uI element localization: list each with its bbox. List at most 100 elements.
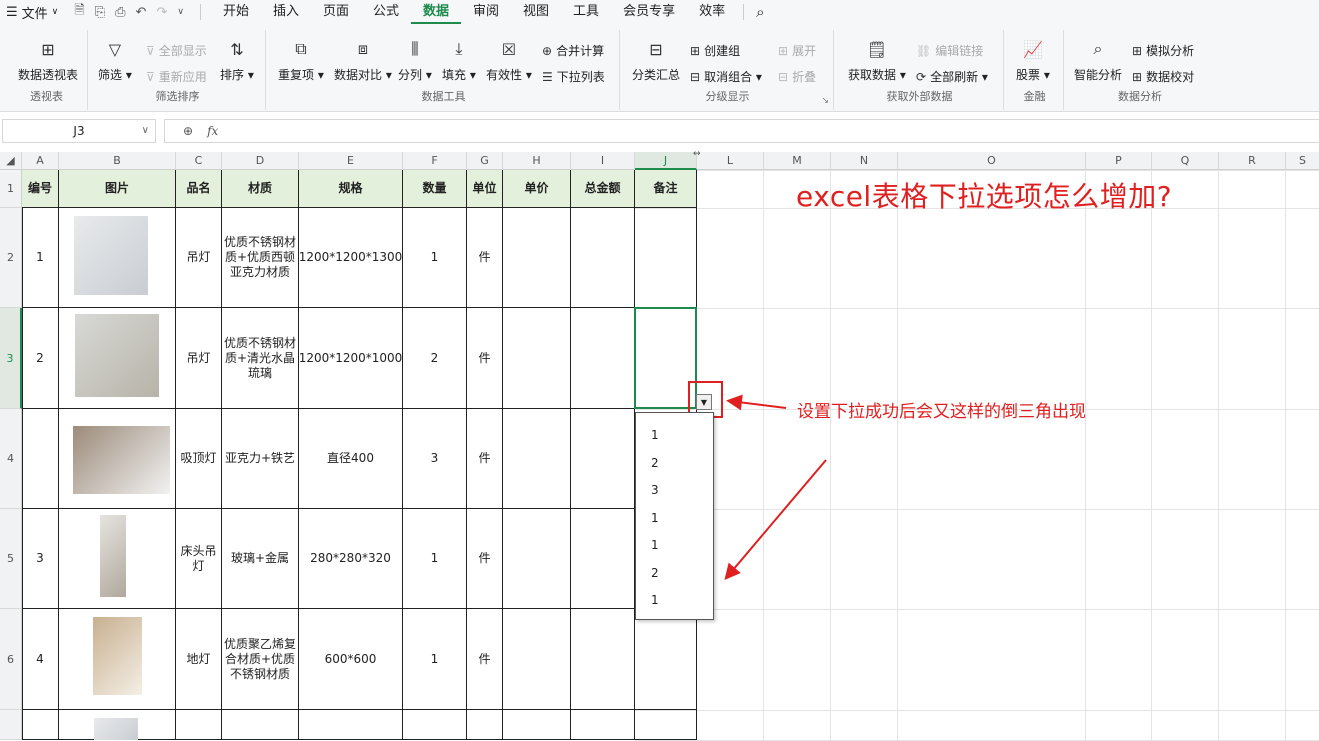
show-all-button[interactable]: ⊽ 全部显示 — [146, 42, 207, 59]
table-cell-material[interactable]: 优质不锈钢材质+优质西顿亚克力材质 — [222, 208, 299, 308]
dropdown-option[interactable]: 1 — [651, 511, 659, 525]
chevron-down-icon[interactable]: ∨ — [142, 125, 149, 136]
sort-button[interactable]: ⇅ 排序 ▾ — [220, 38, 254, 83]
redo-icon[interactable]: ↷ — [156, 5, 167, 20]
table-cell-no[interactable]: 2 — [22, 308, 59, 409]
table-cell-material[interactable]: 亚克力+铁艺 — [222, 409, 299, 509]
tab-9[interactable]: 效率 — [687, 0, 737, 24]
expand-button[interactable]: ⊞ 展开 — [778, 42, 816, 59]
column-header-J[interactable]: J — [635, 152, 697, 170]
duplicates-button[interactable]: ⧉ 重复项 ▾ — [278, 38, 324, 83]
column-header-M[interactable]: M — [764, 152, 831, 170]
reapply-button[interactable]: ⊽ 重新应用 — [146, 68, 207, 85]
fill-button[interactable]: ⤓ 填充 ▾ — [442, 38, 476, 83]
column-header-Q[interactable]: Q — [1152, 152, 1219, 170]
column-header-B[interactable]: B — [59, 152, 176, 170]
consolidate-button[interactable]: ⊕ 合并计算 — [542, 42, 604, 59]
table-cell-no[interactable]: 4 — [22, 609, 59, 710]
function-icon[interactable]: fx — [207, 124, 218, 138]
table-cell[interactable] — [503, 208, 571, 308]
table-cell-no[interactable]: 1 — [22, 208, 59, 308]
table-header-cell[interactable]: 总金额 — [571, 170, 635, 208]
tab-3[interactable]: 公式 — [361, 0, 411, 24]
row-header[interactable] — [0, 710, 22, 740]
table-cell[interactable] — [571, 710, 635, 740]
refresh-all-button[interactable]: ⟳ 全部刷新 ▾ — [916, 68, 988, 85]
table-cell[interactable] — [503, 609, 571, 710]
create-group-button[interactable]: ⊞ 创建组 — [690, 42, 740, 59]
filter-button[interactable]: ▽ 筛选 ▾ — [98, 38, 132, 83]
row-header-2[interactable]: 2 — [0, 208, 22, 308]
table-header-cell[interactable]: 数量 — [403, 170, 467, 208]
column-header-I[interactable]: I — [571, 152, 635, 170]
table-cell-qty[interactable]: 1 — [403, 609, 467, 710]
table-cell-name[interactable]: 床头吊灯 — [176, 509, 222, 609]
product-image[interactable] — [100, 515, 126, 597]
table-cell-qty[interactable]: 2 — [403, 308, 467, 409]
data-check-button[interactable]: ⊞ 数据校对 — [1132, 68, 1194, 85]
table-cell-unit[interactable]: 件 — [467, 208, 503, 308]
dropdown-option[interactable]: 3 — [651, 483, 659, 497]
column-header-P[interactable]: P — [1086, 152, 1152, 170]
table-cell-spec[interactable]: 280*280*320 — [299, 509, 403, 609]
get-data-button[interactable]: 🗒 获取数据 ▾ — [848, 38, 906, 83]
table-header-cell[interactable]: 品名 — [176, 170, 222, 208]
row-header-4[interactable]: 4 — [0, 409, 22, 509]
table-cell[interactable] — [635, 710, 697, 740]
dropdown-option[interactable]: 2 — [651, 566, 659, 580]
table-cell-unit[interactable]: 件 — [467, 609, 503, 710]
table-header-cell[interactable]: 单价 — [503, 170, 571, 208]
tab-1[interactable]: 插入 — [261, 0, 311, 24]
table-cell[interactable] — [22, 710, 59, 740]
table-cell[interactable] — [403, 710, 467, 740]
dropdown-option[interactable]: 2 — [651, 456, 659, 470]
table-cell[interactable] — [503, 409, 571, 509]
table-cell-no[interactable]: 3 — [22, 509, 59, 609]
column-header-N[interactable]: N — [831, 152, 898, 170]
table-cell[interactable] — [571, 308, 635, 409]
table-header-cell[interactable]: 单位 — [467, 170, 503, 208]
dropdown-list-button[interactable]: ☰ 下拉列表 — [542, 68, 605, 85]
collapse-button[interactable]: ⊟ 折叠 — [778, 68, 816, 85]
table-cell[interactable] — [222, 710, 299, 740]
dropdown-options-list[interactable]: 1 2 3 1 1 2 1 — [635, 412, 714, 620]
column-header-S[interactable]: S — [1286, 152, 1319, 170]
row-header-3[interactable]: 3 — [0, 308, 22, 409]
column-header-G[interactable]: G — [467, 152, 503, 170]
table-cell-spec[interactable]: 1200*1200*1300 — [299, 208, 403, 308]
tab-6[interactable]: 视图 — [511, 0, 561, 24]
table-cell[interactable] — [503, 308, 571, 409]
table-cell-spec[interactable]: 1200*1200*1000 — [299, 308, 403, 409]
table-cell[interactable] — [635, 609, 697, 710]
dropdown-arrow-button[interactable]: ▼ — [696, 394, 712, 410]
formula-input[interactable]: ⊕ fx — [164, 119, 1319, 143]
export-icon[interactable]: ⎘ — [95, 5, 105, 20]
table-cell-no[interactable] — [22, 409, 59, 509]
dropdown-option[interactable]: 1 — [651, 593, 659, 607]
product-image[interactable] — [73, 426, 170, 494]
table-cell-material[interactable]: 优质不锈钢材质+清光水晶琉璃 — [222, 308, 299, 409]
pivot-table-button[interactable]: ⊞ 数据透视表 — [18, 38, 78, 83]
table-cell[interactable] — [176, 710, 222, 740]
table-cell-spec[interactable]: 600*600 — [299, 609, 403, 710]
tab-4[interactable]: 数据 — [411, 0, 462, 24]
row-header-1[interactable]: 1 — [0, 170, 22, 208]
tab-5[interactable]: 审阅 — [461, 0, 511, 24]
table-cell-material[interactable]: 玻璃+金属 — [222, 509, 299, 609]
table-header-cell[interactable]: 材质 — [222, 170, 299, 208]
print-preview-icon[interactable]: ⎙ — [115, 5, 125, 20]
table-cell[interactable] — [571, 609, 635, 710]
table-header-cell[interactable]: 编号 — [22, 170, 59, 208]
column-header-O[interactable]: O — [898, 152, 1086, 170]
compare-button[interactable]: ⧈ 数据对比 ▾ — [334, 38, 392, 83]
table-cell[interactable] — [503, 710, 571, 740]
table-cell[interactable] — [467, 710, 503, 740]
edit-links-button[interactable]: ⛓ 编辑链接 — [916, 42, 983, 59]
table-header-cell[interactable]: 备注 — [635, 170, 697, 208]
search-icon[interactable]: ⌕ — [750, 3, 770, 21]
split-button[interactable]: ⫼ 分列 ▾ — [398, 38, 432, 83]
dropdown-option[interactable]: 1 — [651, 428, 659, 442]
tab-8[interactable]: 会员专享 — [611, 0, 687, 24]
column-resize-icon[interactable]: ↔ — [693, 149, 701, 159]
column-header-H[interactable]: H — [503, 152, 571, 170]
